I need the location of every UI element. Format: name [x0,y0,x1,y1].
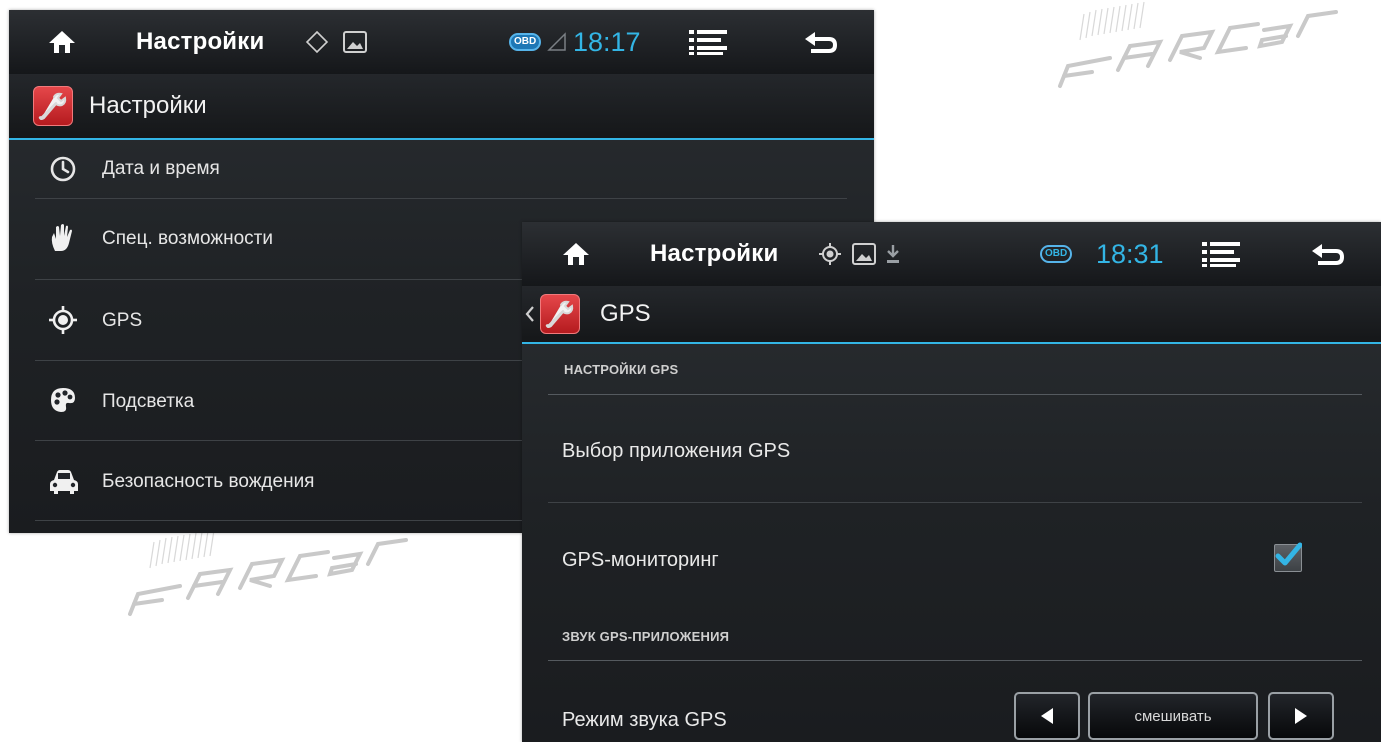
menu-list-button[interactable] [689,10,727,74]
gps-sound-mode-item: Режим звука GPS смешивать [522,662,1381,742]
arrow-right-icon [1295,708,1307,724]
signal-icon [547,10,567,74]
gps-settings-screen: Настройки OBD 18:31 GPS НАСТРОЙКИ GPS Вы… [522,222,1381,742]
status-bar-title: Настройки [650,240,779,267]
clock-time: 18:17 [573,26,641,57]
settings-item-date-time[interactable]: Дата и время [9,140,874,198]
action-bar: Настройки [9,74,874,140]
setting-label: GPS-мониторинг [562,549,719,571]
settings-item-label: Дата и время [102,158,220,179]
home-button[interactable] [47,10,77,74]
settings-app-icon [540,294,580,334]
action-bar-title: Настройки [89,92,207,119]
settings-item-label: GPS [102,310,143,331]
section-divider [548,660,1362,661]
settings-item-label: Безопасность вождения [102,471,315,492]
settings-item-label: Спец. возможности [102,228,273,249]
checkmark-icon [1275,542,1302,566]
clock-time: 18:31 [1096,238,1164,269]
status-bar-title: Настройки [136,28,265,55]
back-arrow-icon [1312,244,1344,265]
gps-status-icon [818,222,842,286]
menu-list-button[interactable] [1202,222,1240,286]
car-icon [49,469,79,500]
hand-icon [49,223,77,258]
section-header-gps-settings: НАСТРОЙКИ GPS [564,362,679,377]
home-button[interactable] [561,222,591,286]
gps-target-icon [49,306,77,339]
obd-icon: OBD [509,10,542,74]
palette-icon [49,386,77,419]
settings-app-icon [33,86,73,126]
watermark-logo-bottom [128,529,408,616]
status-bar: Настройки OBD 18:17 [9,10,874,75]
sound-mode-prev-button[interactable] [1014,692,1080,740]
obd-icon: OBD [1040,222,1073,286]
settings-item-label: Подсветка [102,391,195,412]
gps-monitoring-checkbox[interactable] [1274,542,1302,572]
menu-list-icon [689,30,727,55]
action-bar-title: GPS [600,300,651,327]
arrow-left-icon [1041,708,1053,724]
gps-status-icon [305,10,329,74]
section-header-gps-sound: ЗВУК GPS-ПРИЛОЖЕНИЯ [562,629,730,644]
status-bar: Настройки OBD 18:31 [522,222,1381,287]
gps-monitoring-item[interactable]: GPS-мониторинг [522,503,1381,603]
chevron-left-icon [525,306,534,322]
action-bar: GPS [522,286,1381,344]
sound-mode-value: смешивать [1088,692,1258,740]
home-icon [49,31,75,53]
home-icon [563,243,589,265]
picture-icon [343,10,367,74]
sound-mode-next-button[interactable] [1268,692,1334,740]
back-arrow-icon [805,32,837,53]
watermark-logo-top [1058,1,1338,88]
download-icon [884,222,902,286]
gps-app-choice-item[interactable]: Выбор приложения GPS [522,396,1381,502]
menu-list-icon [1202,242,1240,267]
clock-icon [49,155,77,188]
setting-label: Выбор приложения GPS [562,440,791,462]
back-button[interactable] [1310,222,1348,286]
back-button[interactable] [803,10,841,74]
setting-label: Режим звука GPS [562,709,727,731]
picture-icon [852,222,876,286]
up-navigation[interactable] [524,286,536,342]
section-divider [548,394,1362,395]
